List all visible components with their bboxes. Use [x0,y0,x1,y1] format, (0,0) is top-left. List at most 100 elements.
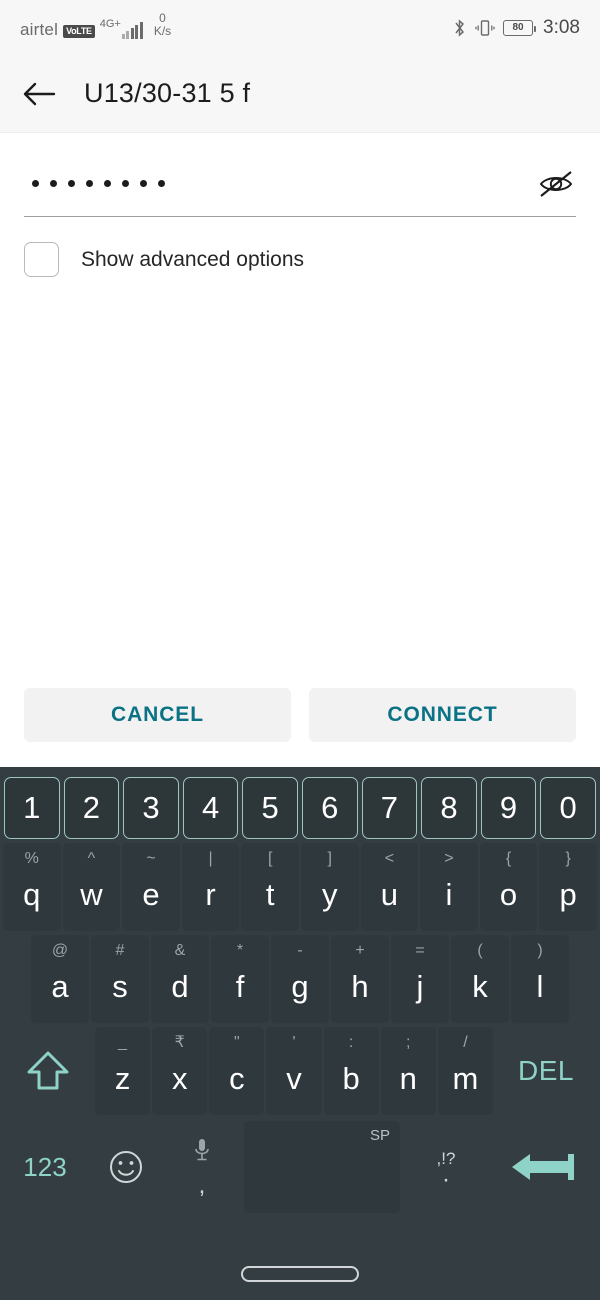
key-n[interactable]: ; n [380,1027,436,1115]
key-t[interactable]: [t [241,843,299,931]
password-dot [50,180,57,187]
comma-label: , [198,1171,206,1199]
key-k-alt: ( [477,942,483,959]
key-d[interactable]: & d [151,935,209,1023]
key-y[interactable]: ] y [300,843,359,931]
key-m[interactable]: / m [437,1027,493,1115]
key-0[interactable]: 0 [540,777,596,839]
key-q[interactable]: % q [3,843,61,931]
key-i[interactable]: > i [420,843,478,931]
key-p-alt: } [565,850,571,867]
status-bar-right: 80 3:08 [452,17,580,39]
space-key[interactable]: SP [244,1121,400,1213]
key-c-alt: " [234,1034,240,1051]
key-c-label: c [229,1060,245,1096]
key-9[interactable]: 9 [480,777,537,839]
password-dot [122,180,129,187]
key-f[interactable]: * f [211,935,269,1023]
data-speed-unit: K/s [153,23,172,38]
key-g-alt: - [297,942,303,959]
key-t-alt: [ [267,850,273,867]
period-key[interactable]: ,!? · [404,1119,488,1215]
key-e-alt: ~ [146,850,156,867]
key-s[interactable]: # s [91,935,149,1023]
app-bar: U13/30-31 5 f [0,55,600,133]
home-gesture-pill[interactable] [241,1266,359,1282]
key-u-label: u [380,876,398,912]
key-s-alt: # [115,942,125,959]
key-7[interactable]: 7 [361,777,418,839]
key-5[interactable]: 5 [242,777,298,839]
key-w[interactable]: ^ w [62,843,121,931]
data-speed-value: 0 [159,10,166,25]
connect-button[interactable]: CONNECT [309,688,576,742]
smiley-face-icon[interactable] [88,1119,164,1215]
key-j[interactable]: = j [391,935,449,1023]
data-speed-indicator: 0 K/s [154,12,171,37]
comma-key[interactable]: , [164,1119,240,1215]
key-z[interactable]: _ z [95,1027,151,1115]
key-r-label: r [205,876,216,912]
phone-screen: airtel VoLTE 4G+ 0 K/s 80 3:08 U13/30-31… [0,0,600,1300]
key-c[interactable]: " c [209,1027,265,1115]
network-type-label: 4G+ [99,18,121,31]
key-h[interactable]: + h [331,935,389,1023]
battery-icon: 80 [503,19,537,36]
key-3[interactable]: 3 [123,777,179,839]
key-s-label: s [112,968,128,1004]
key-d-alt: & [174,942,186,959]
back-arrow-icon[interactable] [22,77,56,111]
key-g[interactable]: -g [271,935,329,1023]
key-b[interactable]: :b [323,1027,379,1115]
key-h-alt: + [355,942,365,959]
key-p[interactable]: } p [539,843,597,931]
key-z-label: z [114,1060,131,1096]
dialog-content: Show advanced options [0,155,600,277]
show-advanced-options-checkbox[interactable] [24,242,59,277]
period-label: · [442,1165,450,1193]
key-z-alt: _ [118,1034,128,1051]
key-p-label: p [559,876,577,912]
delete-key[interactable]: DEL [494,1026,598,1116]
carrier-label: airtel [20,20,59,40]
key-a-label: a [51,968,69,1004]
keyboard-row-q: % q ^ w ~ e | r[t] y < u > i{o} p [0,841,600,933]
numeric-mode-key[interactable]: 123 [2,1119,88,1215]
status-bar-left: airtel VoLTE 4G+ 0 K/s [20,12,452,40]
key-k[interactable]: (k [451,935,509,1023]
advanced-options-row[interactable]: Show advanced options [24,242,576,277]
key-t-label: t [265,876,275,912]
key-f-label: f [235,968,245,1004]
key-h-label: h [351,968,369,1004]
key-o[interactable]: {o [479,843,538,931]
key-1[interactable]: 1 [4,777,60,839]
eye-off-icon[interactable] [536,164,576,204]
clock-label: 3:08 [543,16,580,38]
key-v[interactable]: ' v [266,1027,322,1115]
signal-indicator: 4G+ [100,18,143,40]
shift-key[interactable] [2,1026,94,1116]
key-a[interactable]: @ a [31,935,89,1023]
key-o-label: o [499,876,518,912]
key-m-label: m [452,1060,479,1096]
key-2[interactable]: 2 [63,777,120,839]
key-8[interactable]: 8 [421,777,477,839]
key-l[interactable]: ) l [511,935,569,1023]
key-e[interactable]: ~ e [122,843,180,931]
key-4[interactable]: 4 [182,777,239,839]
cancel-button[interactable]: CANCEL [24,688,291,742]
key-x[interactable]: ₹ x [152,1027,208,1115]
microphone-icon [192,1137,212,1170]
key-u[interactable]: < u [360,843,419,931]
key-n-label: n [399,1060,417,1096]
key-q-alt: % [24,850,39,867]
password-field[interactable] [24,155,576,217]
enter-key[interactable] [488,1119,598,1215]
show-advanced-options-label: Show advanced options [81,247,304,271]
keyboard-number-row: 1234567890 [0,773,600,841]
key-r[interactable]: | r [181,843,240,931]
key-b-label: b [342,1060,360,1096]
key-6[interactable]: 6 [301,777,358,839]
key-r-alt: | [208,850,213,867]
key-i-alt: > [444,850,454,867]
